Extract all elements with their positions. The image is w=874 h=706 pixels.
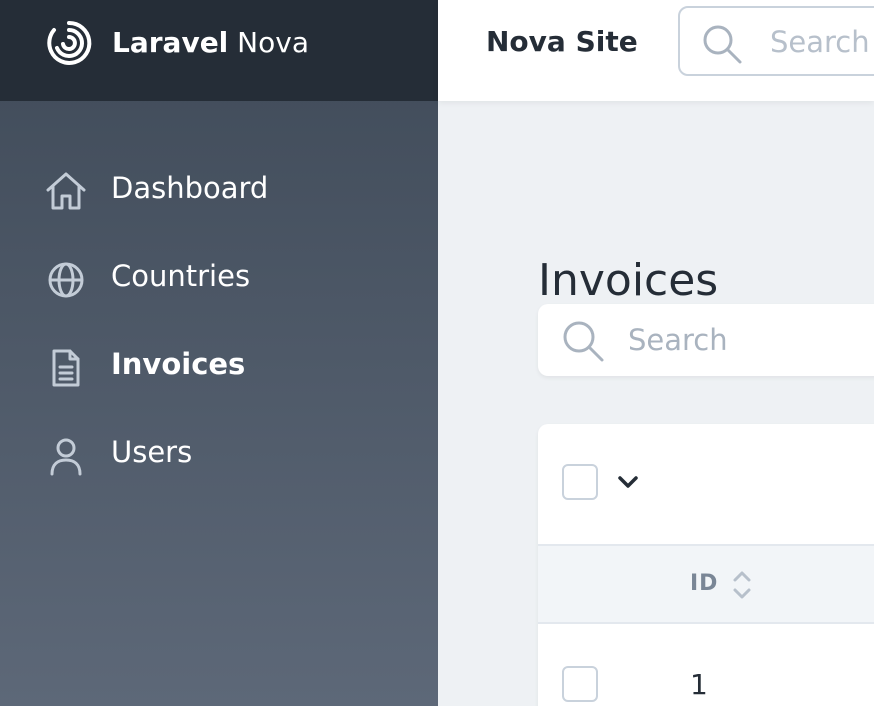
home-icon [46,172,86,210]
cell-id: 1 [690,668,708,701]
brand-name-light: Nova [228,26,309,59]
table-row[interactable]: 1 [538,624,874,706]
site-name[interactable]: Nova Site [486,24,638,60]
sort-icon[interactable] [730,568,754,602]
app-window: Laravel Nova Dashboard Countries Invoice… [0,0,874,706]
sidebar: Laravel Nova Dashboard Countries Invoice… [0,0,438,706]
sidebar-item-label: Countries [111,259,251,293]
resource-table: ID 1 [538,424,874,706]
global-search-placeholder: Search [770,25,870,59]
search-icon [703,25,742,64]
sidebar-item-label: Users [111,435,193,469]
brand-name-bold: Laravel [112,26,229,59]
chevron-down-icon[interactable] [614,468,642,496]
nova-swirl-icon [47,20,92,65]
sidebar-item-label: Dashboard [111,171,269,205]
document-icon [52,349,80,387]
brand-bar[interactable]: Laravel Nova [0,0,438,101]
sidebar-item-label: Invoices [111,347,246,381]
resource-search-input[interactable]: Search [538,304,874,376]
resource-search-placeholder: Search [628,323,728,357]
select-all-checkbox[interactable] [562,464,598,500]
top-header: Nova Site Search [438,0,874,101]
global-search-input[interactable]: Search [678,6,874,76]
table-header-row: ID [538,544,874,624]
sidebar-item-countries[interactable]: Countries [0,246,438,306]
page-title: Invoices [538,255,719,307]
user-icon [50,438,82,476]
row-checkbox[interactable] [562,666,598,702]
sidebar-item-dashboard[interactable]: Dashboard [0,158,438,218]
brand-name: Laravel Nova [112,26,309,60]
table-toolbar [538,424,874,544]
globe-icon [48,262,84,298]
column-header-id[interactable]: ID [690,570,718,598]
sidebar-item-invoices[interactable]: Invoices [0,334,438,394]
sidebar-item-users[interactable]: Users [0,422,438,482]
search-icon [563,321,604,362]
